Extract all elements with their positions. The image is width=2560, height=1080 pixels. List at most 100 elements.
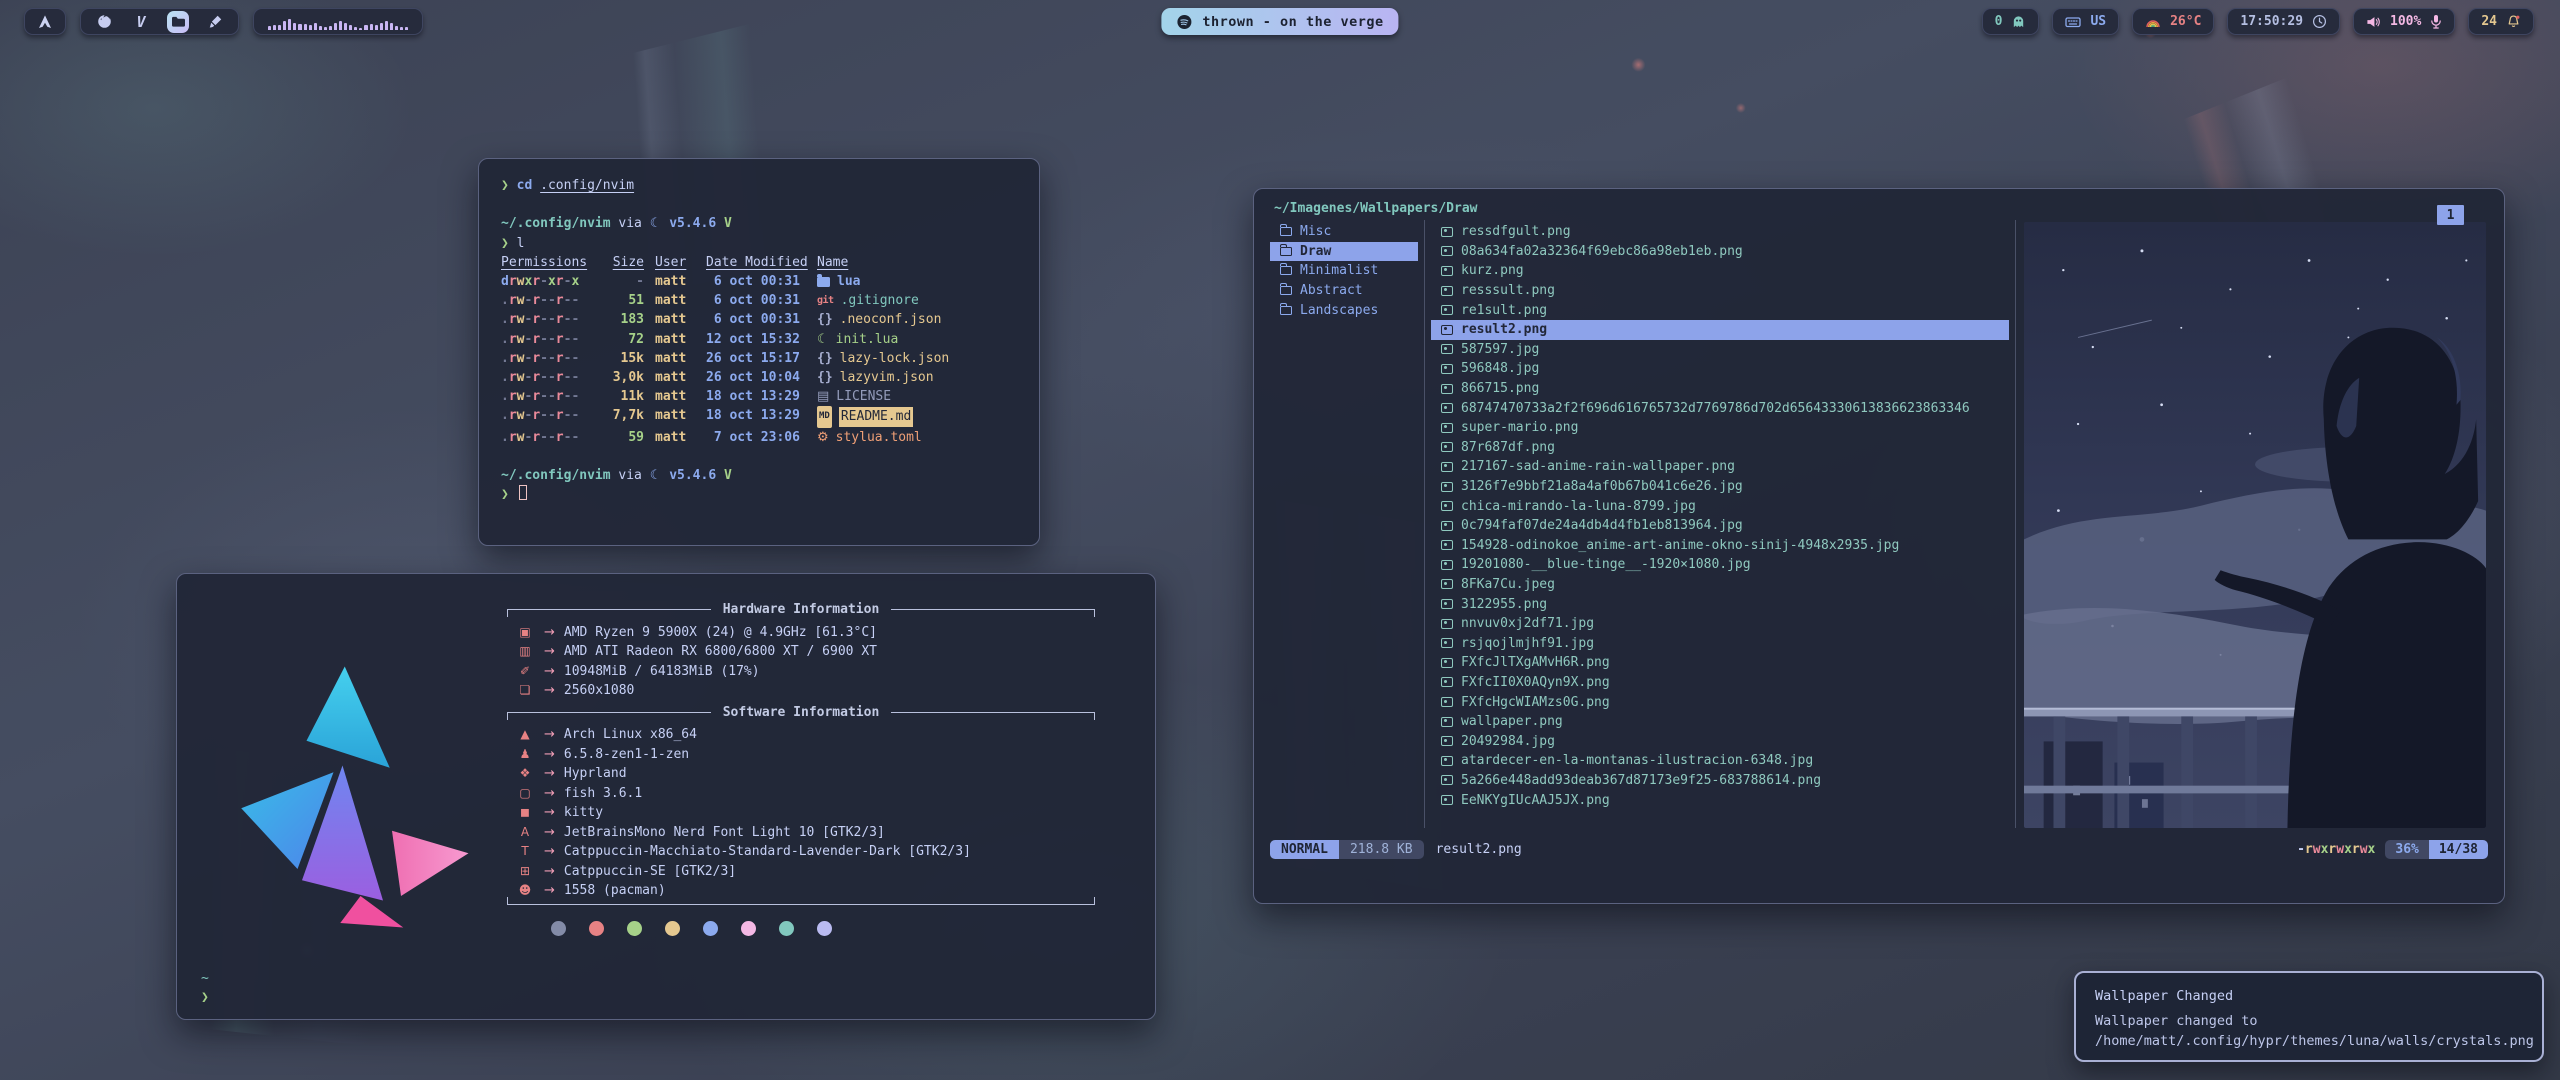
fetch-info-row: ❏→2560x1080 xyxy=(507,681,1095,701)
file-list-item[interactable]: 68747470733a2f2f696d616765732d7769786d70… xyxy=(1431,398,2009,418)
audio-widget[interactable]: 100% xyxy=(2353,8,2455,35)
file-list-item[interactable]: 5a266e448add93deab367d87173e9f25-6837886… xyxy=(1431,771,2009,791)
desktop: V thrown - on the verge 0 xyxy=(0,0,2560,1080)
workspace-vim[interactable]: V xyxy=(130,11,152,33)
speaker-icon xyxy=(2366,15,2381,29)
visualizer-bar xyxy=(359,28,362,30)
file-list-item[interactable]: 217167-sad-anime-rain-wallpaper.png xyxy=(1431,457,2009,477)
fetch-window[interactable]: Hardware Information ▣→AMD Ryzen 9 5900X… xyxy=(176,573,1156,1020)
file-list-item[interactable]: ressdfgult.png xyxy=(1431,222,2009,242)
sidebar-folder[interactable]: Landscapes xyxy=(1270,300,1418,320)
file-name: EeNKYgIUcAAJ5JX.png xyxy=(1461,793,1610,808)
file-owner: matt xyxy=(655,349,695,368)
workspace-firefox[interactable] xyxy=(93,11,115,33)
visualizer-bar xyxy=(283,21,286,30)
file-size: 72 xyxy=(600,330,644,349)
calendar-widget[interactable]: 24 xyxy=(2468,8,2534,35)
file-name: LICENSE xyxy=(836,387,891,406)
permissions-string: -rwxrwxrwx xyxy=(2297,842,2375,857)
file-list-item[interactable]: 596848.jpg xyxy=(1431,359,2009,379)
sidebar-folder[interactable]: Misc xyxy=(1270,222,1418,242)
terminal-window[interactable]: ❯ cd .config/nvim ~/.config/nvim via ☾ v… xyxy=(478,158,1040,546)
fetch-prompt[interactable]: ~ ❯ xyxy=(201,969,209,1007)
file-list-item[interactable]: 0c794faf07de24a4db4d4fb1eb813964.jpg xyxy=(1431,516,2009,536)
arrow-icon: → xyxy=(544,823,555,843)
info-value: Catppuccin-SE [GTK2/3] xyxy=(564,862,736,882)
command-text: l xyxy=(517,236,525,251)
file-list-item[interactable]: 87r687df.png xyxy=(1431,438,2009,458)
workspace-folder[interactable] xyxy=(167,11,189,33)
image-file-icon xyxy=(1441,521,1453,531)
file-name: 08a634fa02a32364f69ebc86a98eb1eb.png xyxy=(1461,244,1743,259)
file-list-item[interactable]: FXfcHgcWIAMzs0G.png xyxy=(1431,692,2009,712)
visualizer-bar xyxy=(380,23,383,30)
keyboard-layout-widget[interactable]: US xyxy=(2052,8,2119,35)
column-header: Size xyxy=(600,253,644,272)
visualizer-bar xyxy=(354,27,357,30)
file-list-item[interactable]: 19201080-__blue-tinge__-1920×1080.jpg xyxy=(1431,555,2009,575)
media-player-widget[interactable]: thrown - on the verge xyxy=(1161,8,1398,35)
file-list-item[interactable]: re1sult.png xyxy=(1431,300,2009,320)
file-size: 7,7k xyxy=(600,406,644,427)
file-list-item[interactable]: 08a634fa02a32364f69ebc86a98eb1eb.png xyxy=(1431,242,2009,262)
calendar-day: 24 xyxy=(2481,14,2497,29)
file-list-item[interactable]: rsjqojlmjhf91.jpg xyxy=(1431,633,2009,653)
ls-table-body: drwxr-xr-x-matt 6 oct 00:31lua.rw-r--r--… xyxy=(501,272,1017,447)
file-list-item[interactable]: 154928-odinokoe_anime-art-anime-okno-sin… xyxy=(1431,536,2009,556)
file-manager-window[interactable]: ~/Imagenes/Wallpapers/Draw 1 MiscDrawMin… xyxy=(1253,188,2505,904)
moon-icon: ☾ xyxy=(817,330,829,349)
file-list-item[interactable]: EeNKYgIUcAAJ5JX.png xyxy=(1431,790,2009,810)
shell-icon: ▢ xyxy=(515,784,535,804)
image-file-icon xyxy=(1441,286,1453,296)
arrow-icon: → xyxy=(544,862,555,882)
file-date: 26 oct 15:17 xyxy=(706,349,806,368)
file-owner: matt xyxy=(655,291,695,310)
file-size: 183 xyxy=(600,310,644,329)
prompt-symbol: ❯ xyxy=(201,988,209,1007)
file-name: 596848.jpg xyxy=(1461,361,1539,376)
file-list-item[interactable]: wallpaper.png xyxy=(1431,712,2009,732)
updates-widget[interactable]: 0 xyxy=(1982,8,2040,35)
file-list-item[interactable]: 866715.png xyxy=(1431,379,2009,399)
terminal-command-line: ❯ l xyxy=(501,234,1017,253)
file-list-item[interactable]: nnvuv0xj2df71.jpg xyxy=(1431,614,2009,634)
tab-badge[interactable]: 1 xyxy=(2437,205,2464,225)
file-list-item[interactable]: kurz.png xyxy=(1431,261,2009,281)
file-list-item[interactable]: result2.png xyxy=(1431,320,2009,340)
memory-icon: ✐ xyxy=(515,662,535,682)
image-file-icon xyxy=(1441,442,1453,452)
sidebar-folder[interactable]: Minimalist xyxy=(1270,261,1418,281)
terminal-input-line[interactable]: ❯ xyxy=(501,485,1017,504)
visualizer-bar xyxy=(370,24,373,30)
workspace-brush[interactable] xyxy=(204,11,226,33)
clock-widget[interactable]: 17:50:29 xyxy=(2227,8,2340,35)
visualizer-bar xyxy=(405,27,408,30)
mode-badge: NORMAL xyxy=(1270,840,1339,859)
sidebar-folder[interactable]: Abstract xyxy=(1270,281,1418,301)
file-name: .gitignore xyxy=(841,291,919,310)
file-date: 6 oct 00:31 xyxy=(706,272,806,291)
file-name: 8FKa7Cu.jpeg xyxy=(1461,577,1555,592)
file-list-item[interactable]: 20492984.jpg xyxy=(1431,731,2009,751)
sidebar-folder[interactable]: Draw xyxy=(1270,242,1418,262)
file-name: rsjqojlmjhf91.jpg xyxy=(1461,636,1594,651)
image-file-icon xyxy=(1441,736,1453,746)
file-size: 3,0k xyxy=(600,368,644,387)
file-list-item[interactable]: FXfcII0X0AQyn9X.png xyxy=(1431,673,2009,693)
file-list-item[interactable]: chica-mirando-la-luna-8799.jpg xyxy=(1431,496,2009,516)
book-icon: ▤ xyxy=(817,387,829,406)
visualizer-bar xyxy=(395,26,398,30)
file-list-item[interactable]: 3126f7e9bbf21a8a4af0b67b041c6e26.jpg xyxy=(1431,477,2009,497)
file-list-item[interactable]: FXfcJlTXgAMvH6R.png xyxy=(1431,653,2009,673)
launcher-button[interactable] xyxy=(24,8,66,35)
file-list-item[interactable]: 587597.jpg xyxy=(1431,340,2009,360)
file-list-item[interactable]: 8FKa7Cu.jpeg xyxy=(1431,575,2009,595)
arrow-icon: → xyxy=(544,623,555,643)
file-list-item[interactable]: resssult.png xyxy=(1431,281,2009,301)
notification-toast[interactable]: Wallpaper Changed Wallpaper changed to /… xyxy=(2074,971,2544,1062)
weather-widget[interactable]: 26°C xyxy=(2132,8,2214,35)
file-list-item[interactable]: atardecer-en-la-montanas-ilustracion-634… xyxy=(1431,751,2009,771)
file-list-item[interactable]: super-mario.png xyxy=(1431,418,2009,438)
file-list-item[interactable]: 3122955.png xyxy=(1431,594,2009,614)
scroll-percent-badge: 36% xyxy=(2385,840,2428,859)
